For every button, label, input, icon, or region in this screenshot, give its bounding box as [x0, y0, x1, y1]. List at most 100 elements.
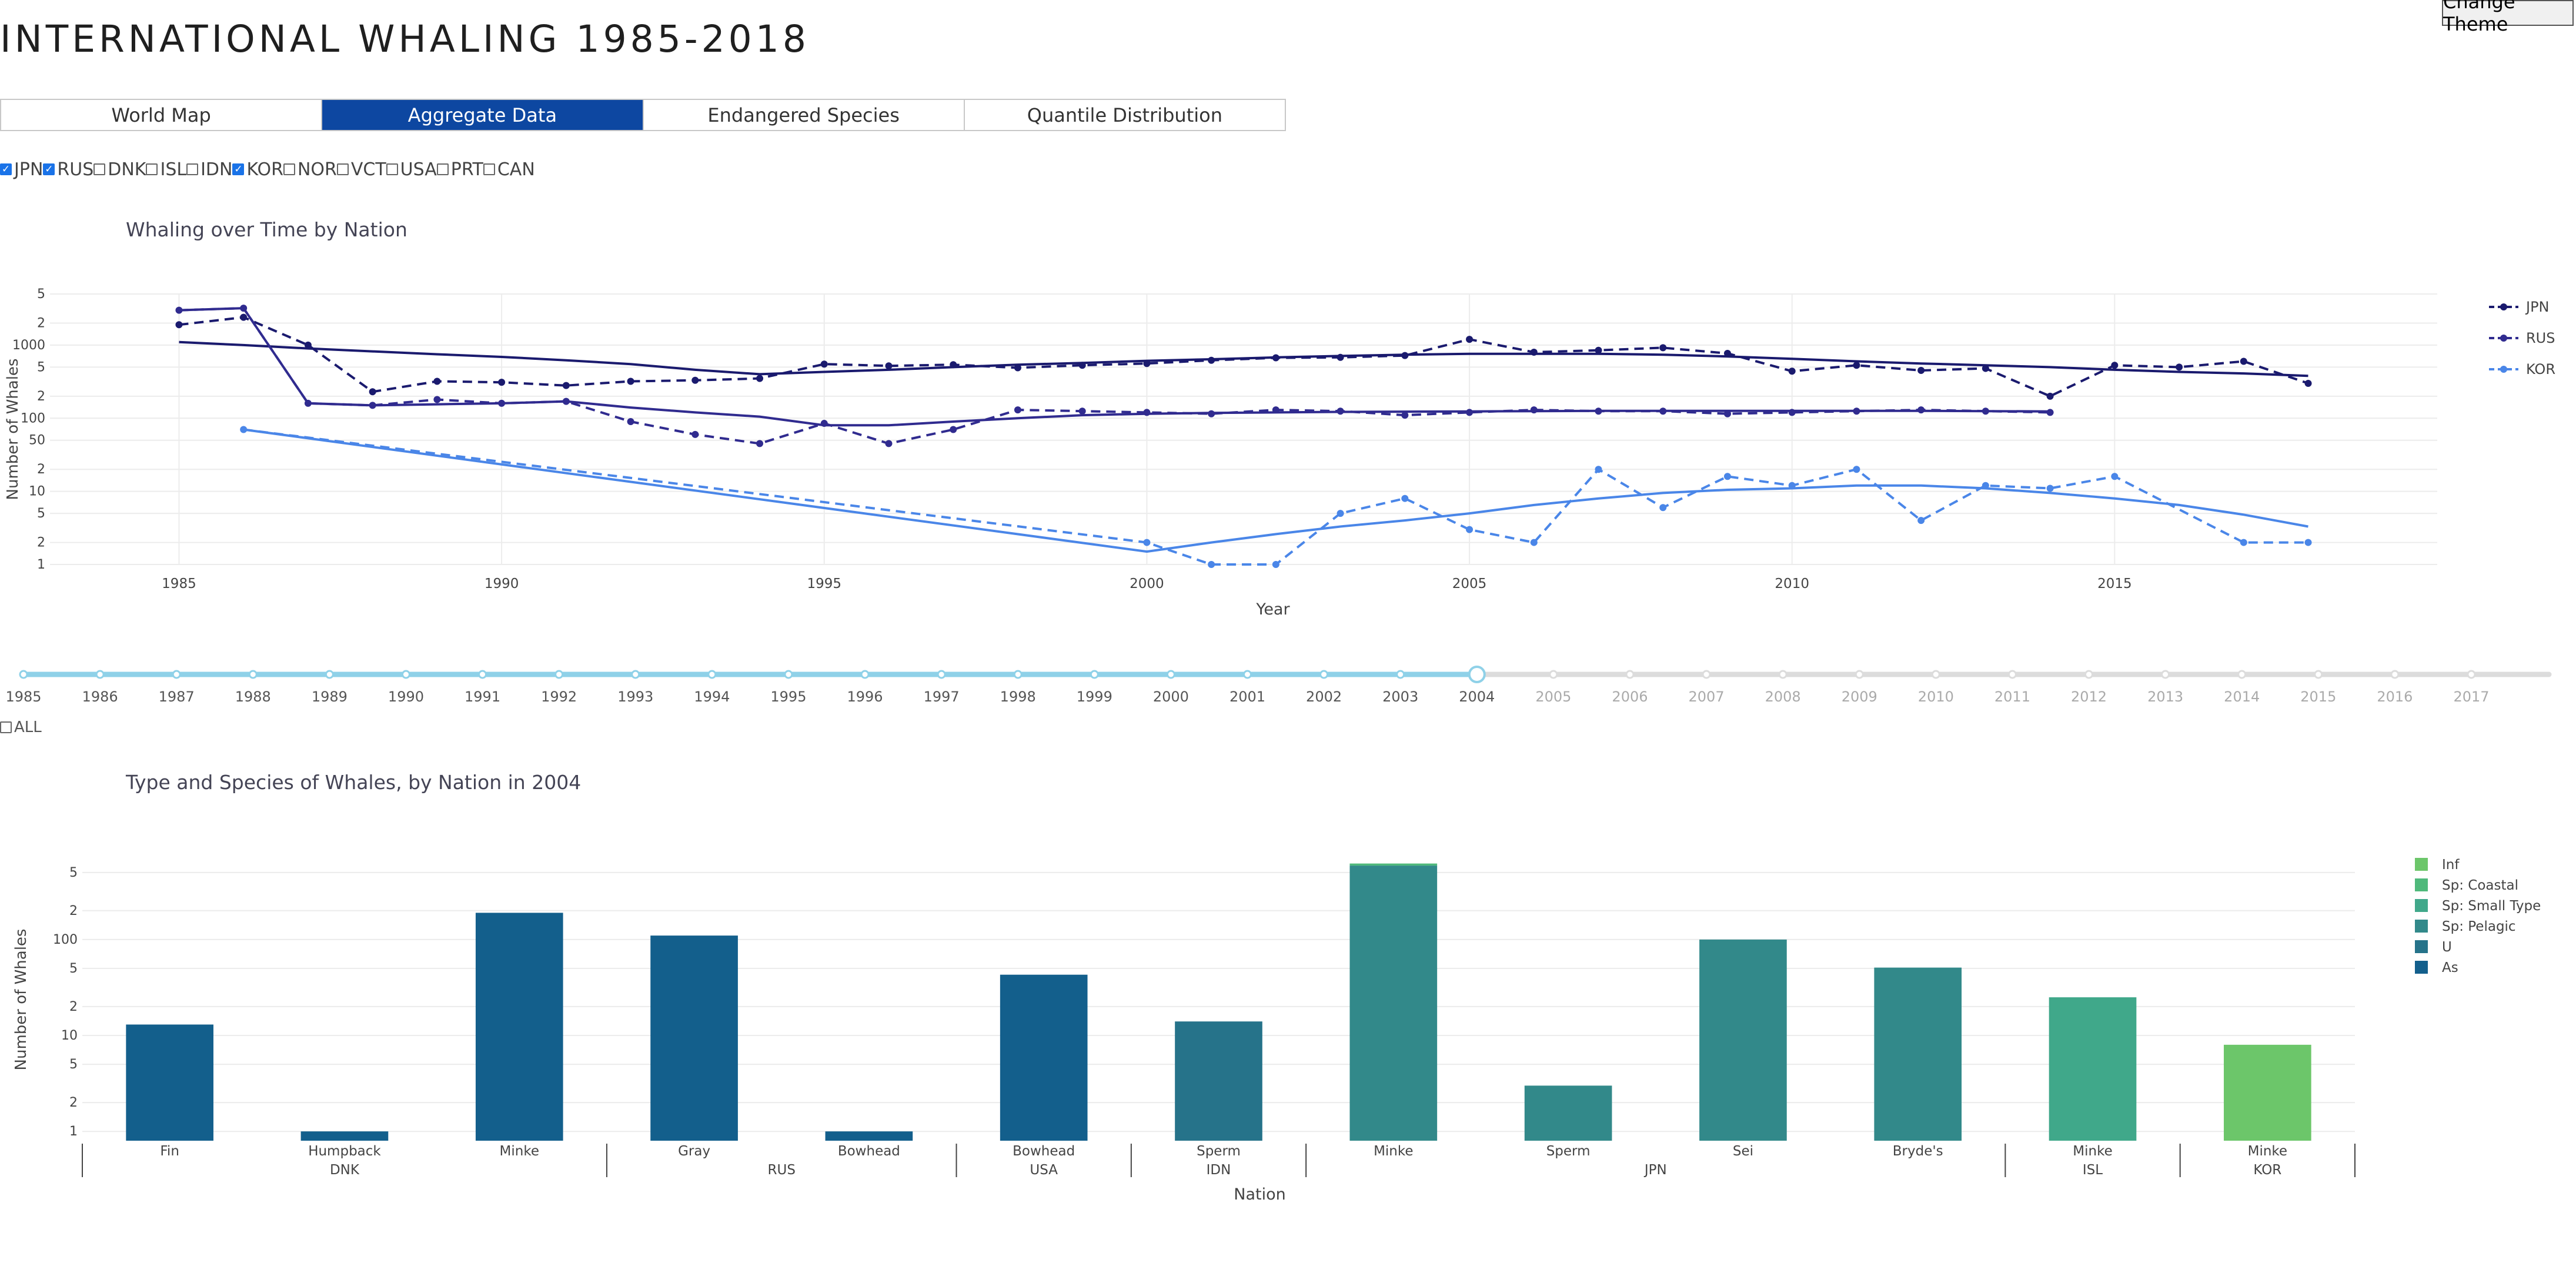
data-point[interactable]	[820, 360, 828, 368]
data-point[interactable]	[627, 377, 634, 385]
data-point[interactable]	[2240, 357, 2247, 365]
data-point[interactable]	[1530, 539, 1538, 546]
slider-mark[interactable]	[631, 670, 640, 679]
slider-year-label[interactable]: 2013	[2147, 689, 2183, 705]
data-point[interactable]	[1272, 354, 1279, 362]
nation-checkbox[interactable]: ✓	[0, 163, 12, 175]
slider-year-label[interactable]: 1992	[541, 689, 577, 705]
data-point[interactable]	[756, 440, 764, 447]
slider-year-label[interactable]: 1985	[5, 689, 41, 705]
slider-mark[interactable]	[1013, 670, 1023, 679]
bar-rect[interactable]	[1699, 939, 1787, 1141]
tab-endangered-species[interactable]: Endangered Species	[644, 100, 965, 130]
nation-option-can[interactable]: CAN	[483, 159, 535, 180]
slider-year-label[interactable]: 1999	[1077, 689, 1112, 705]
slider-mark[interactable]	[2467, 670, 2476, 679]
data-point[interactable]	[240, 426, 248, 433]
data-point[interactable]	[1272, 406, 1279, 414]
nation-option-prt[interactable]: PRT	[436, 159, 483, 180]
data-point[interactable]	[1917, 367, 1925, 375]
bar-jpn-minke[interactable]	[1349, 863, 1438, 1141]
data-point[interactable]	[1917, 517, 1925, 524]
slider-year-label[interactable]: 1989	[312, 689, 348, 705]
data-point[interactable]	[1014, 364, 1021, 372]
data-point[interactable]	[1595, 346, 1602, 354]
nation-option-usa[interactable]: USA	[386, 159, 437, 180]
bar-jpn-sperm[interactable]	[1524, 1085, 1612, 1141]
data-point[interactable]	[1723, 473, 1731, 480]
data-point[interactable]	[1723, 410, 1731, 417]
data-point[interactable]	[1208, 356, 1215, 364]
legend-item-jpn[interactable]: JPN	[2489, 299, 2550, 315]
nation-checkbox[interactable]	[93, 163, 106, 175]
legend-item[interactable]: As	[2415, 960, 2458, 975]
data-point[interactable]	[1788, 367, 1796, 375]
data-point[interactable]	[885, 440, 893, 447]
slider-year-label[interactable]: 2001	[1229, 689, 1265, 705]
data-point[interactable]	[1143, 409, 1151, 416]
bar-rect[interactable]	[1874, 967, 1962, 1141]
data-point[interactable]	[2304, 379, 2312, 387]
data-point[interactable]	[433, 396, 441, 403]
data-point[interactable]	[1337, 510, 1344, 517]
data-point[interactable]	[885, 362, 893, 370]
legend-item[interactable]: Sp: Pelagic	[2415, 919, 2516, 934]
bar-rect[interactable]	[1000, 974, 1088, 1141]
data-point[interactable]	[175, 321, 183, 329]
slider-mark[interactable]	[248, 670, 258, 679]
bar-isl-minke[interactable]	[2049, 997, 2137, 1141]
nation-checkbox[interactable]	[386, 163, 398, 175]
slider-handle[interactable]	[1468, 666, 1486, 683]
slider-mark[interactable]	[1625, 670, 1635, 679]
slider-mark[interactable]	[478, 670, 487, 679]
slider-mark[interactable]	[1778, 670, 1788, 679]
data-point[interactable]	[1143, 539, 1151, 546]
legend-item-kor[interactable]: KOR	[2489, 361, 2555, 377]
slider-year-label[interactable]: 2011	[1994, 689, 2030, 705]
data-point[interactable]	[1466, 526, 1474, 533]
slider-mark[interactable]	[2390, 670, 2400, 679]
data-point[interactable]	[1982, 365, 1989, 372]
data-point[interactable]	[1659, 407, 1667, 415]
data-point[interactable]	[2240, 539, 2247, 546]
tab-world-map[interactable]: World Map	[1, 100, 323, 130]
bar-rect[interactable]	[300, 1131, 389, 1141]
slider-year-label[interactable]: 2002	[1306, 689, 1342, 705]
data-point[interactable]	[1143, 360, 1151, 367]
data-point[interactable]	[1659, 504, 1667, 512]
slider-year-label[interactable]: 2012	[2071, 689, 2107, 705]
bar-rect[interactable]	[1524, 1085, 1612, 1141]
data-point[interactable]	[1401, 494, 1409, 502]
nation-option-dnk[interactable]: DNK	[93, 159, 146, 180]
slider-year-label[interactable]: 1997	[924, 689, 960, 705]
tab-aggregate-data[interactable]: Aggregate Data	[322, 100, 644, 130]
bar-rect[interactable]	[2049, 997, 2137, 1141]
nation-checkbox[interactable]	[436, 163, 449, 175]
bar-dnk-fin[interactable]	[126, 1024, 213, 1141]
data-point[interactable]	[950, 426, 957, 433]
slider-year-label[interactable]: 2009	[1842, 689, 1877, 705]
slider-mark[interactable]	[1319, 670, 1329, 679]
slider-mark[interactable]	[1166, 670, 1175, 679]
data-point[interactable]	[1078, 362, 1086, 369]
slider-mark[interactable]	[2237, 670, 2247, 679]
all-years-toggle[interactable]: ALL	[0, 719, 42, 736]
slider-mark[interactable]	[554, 670, 564, 679]
slider-year-label[interactable]: 1993	[617, 689, 653, 705]
slider-mark[interactable]	[325, 670, 334, 679]
data-point[interactable]	[1853, 466, 1860, 473]
data-point[interactable]	[1401, 352, 1409, 359]
bar-dnk-minke[interactable]	[475, 913, 563, 1141]
slider-year-label[interactable]: 2005	[1535, 689, 1571, 705]
data-point[interactable]	[1530, 348, 1538, 356]
slider-year-label[interactable]: 1998	[1000, 689, 1036, 705]
nation-option-rus[interactable]: ✓ RUS	[43, 159, 93, 180]
bar-rus-bowhead[interactable]	[825, 1131, 913, 1141]
slider-year-label[interactable]: 1986	[82, 689, 118, 705]
data-point[interactable]	[369, 388, 376, 396]
slider-year-label[interactable]: 2016	[2377, 689, 2413, 705]
nation-checkbox[interactable]	[336, 163, 349, 175]
slider-year-label[interactable]: 1996	[847, 689, 883, 705]
slider-mark[interactable]	[19, 670, 28, 679]
data-point[interactable]	[240, 305, 248, 312]
